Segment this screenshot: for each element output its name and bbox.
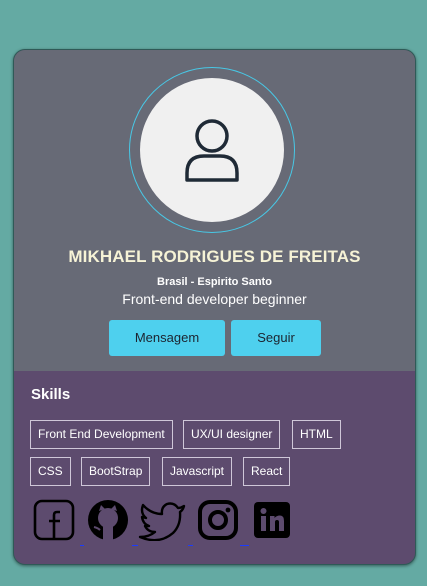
profile-location: Brasil - Espirito Santo (157, 276, 272, 288)
link-underline (188, 545, 193, 546)
link-underline (240, 545, 249, 546)
skill-tag: HTML (292, 420, 341, 449)
avatar (140, 78, 284, 222)
link-underline (80, 545, 84, 546)
twitter-icon[interactable] (137, 499, 189, 542)
skill-tag: React (243, 457, 291, 486)
avatar-ring (129, 67, 295, 233)
message-button[interactable]: Mensagem (109, 320, 225, 356)
profile-card: MIKHAEL RODRIGUES DE FREITAS Brasil - Es… (13, 49, 416, 565)
follow-button[interactable]: Seguir (231, 320, 321, 356)
facebook-icon[interactable] (33, 499, 75, 541)
link-underline (132, 545, 138, 546)
skill-tag: Front End Development (30, 420, 173, 449)
github-icon[interactable] (87, 499, 129, 541)
skill-tag: CSS (30, 457, 71, 486)
linkedin-icon[interactable] (251, 499, 293, 541)
skill-tag: UX/UI designer (183, 420, 281, 449)
profile-header: MIKHAEL RODRIGUES DE FREITAS Brasil - Es… (14, 50, 415, 371)
skills-title: Skills (31, 386, 71, 403)
skill-tag: BootStrap (81, 457, 151, 486)
skill-tag: Javascript (162, 457, 233, 486)
profile-role: Front-end developer beginner (122, 291, 307, 307)
profile-name: MIKHAEL RODRIGUES DE FREITAS (68, 247, 361, 266)
instagram-icon[interactable] (197, 499, 239, 541)
user-icon (185, 119, 239, 182)
